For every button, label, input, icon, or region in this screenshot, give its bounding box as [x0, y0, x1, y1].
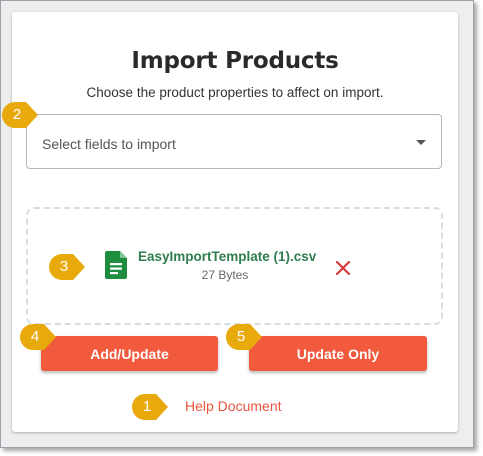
callout-number: 4	[30, 328, 40, 345]
spreadsheet-file-icon	[105, 251, 127, 279]
update-only-button[interactable]: Update Only	[249, 336, 427, 371]
page-title: Import Products	[131, 48, 339, 74]
add-update-button[interactable]: Add/Update	[41, 336, 218, 371]
page-subtitle: Choose the product properties to affect …	[86, 85, 384, 100]
callout-number: 3	[59, 258, 69, 275]
callout-number: 2	[12, 106, 22, 123]
callout-badge-1: 1	[130, 392, 170, 422]
fields-select-placeholder: Select fields to import	[42, 136, 176, 152]
callout-number: 5	[236, 328, 246, 345]
callout-badge-5: 5	[224, 322, 264, 352]
callout-badge-2: 2	[0, 100, 40, 130]
screenshot-frame: Import Products Choose the product prope…	[0, 0, 474, 448]
close-icon[interactable]	[333, 258, 353, 278]
callout-number: 1	[142, 398, 152, 415]
fields-select[interactable]: Select fields to import	[26, 114, 442, 169]
file-dropzone[interactable]	[26, 207, 443, 325]
import-products-dialog: Import Products Choose the product prope…	[12, 12, 458, 432]
chevron-down-icon	[416, 140, 426, 145]
callout-badge-3: 3	[47, 252, 87, 282]
callout-badge-4: 4	[18, 322, 58, 352]
help-document-link[interactable]: Help Document	[185, 398, 282, 414]
file-name: EasyImportTemplate (1).csv	[138, 249, 317, 264]
file-size: 27 Bytes	[201, 268, 249, 282]
